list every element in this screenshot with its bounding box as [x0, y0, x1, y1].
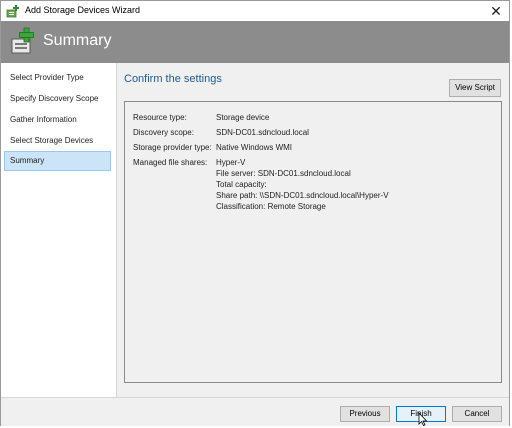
nav-item-summary[interactable]: Summary	[4, 151, 111, 171]
share-total-capacity: Total capacity:	[216, 180, 267, 189]
nav-item-gather-information[interactable]: Gather Information	[4, 110, 111, 130]
nav-item-select-storage-devices[interactable]: Select Storage Devices	[4, 131, 111, 151]
wizard-window: Add Storage Devices Wizard ✕ Summary Sel…	[0, 0, 510, 426]
share-classification: Classification: Remote Storage	[216, 202, 326, 211]
share-path: Share path: \\SDN-DC01.sdncloud.local\Hy…	[216, 191, 389, 200]
nav-item-specify-discovery-scope[interactable]: Specify Discovery Scope	[4, 89, 111, 109]
storage-add-icon	[11, 27, 34, 54]
header-banner: Summary	[1, 21, 509, 63]
cancel-button[interactable]: Cancel	[452, 406, 502, 422]
setting-value: SDN-DC01.sdncloud.local	[216, 128, 309, 137]
nav-item-label: Select Provider Type	[10, 73, 84, 82]
setting-value: Storage device	[216, 113, 270, 122]
nav-item-label: Specify Discovery Scope	[10, 94, 99, 103]
window-title: Add Storage Devices Wizard	[25, 5, 141, 15]
wizard-footer: Previous Finish Cancel	[1, 397, 509, 426]
storage-add-icon	[6, 5, 19, 18]
close-icon: ✕	[490, 3, 502, 19]
setting-label: Managed file shares:	[133, 158, 208, 167]
close-button[interactable]: ✕	[485, 1, 507, 21]
setting-label: Discovery scope:	[133, 128, 194, 137]
mouse-pointer-icon	[418, 412, 428, 426]
setting-label: Storage provider type:	[133, 143, 212, 152]
page-title: Summary	[43, 32, 112, 49]
nav-item-select-provider-type[interactable]: Select Provider Type	[4, 68, 111, 88]
setting-value: Native Windows WMI	[216, 143, 293, 152]
nav-item-label: Select Storage Devices	[10, 136, 94, 145]
setting-label: Resource type:	[133, 113, 187, 122]
share-file-server: File server: SDN-DC01.sdncloud.local	[216, 169, 351, 178]
setting-value: Hyper-V	[216, 158, 246, 167]
previous-button[interactable]: Previous	[340, 406, 390, 422]
title-bar: Add Storage Devices Wizard ✕	[1, 1, 509, 21]
wizard-steps-nav: Select Provider Type Specify Discovery S…	[1, 63, 117, 397]
view-script-button[interactable]: View Script	[449, 79, 501, 97]
settings-summary-panel: Resource type: Storage device Discovery …	[124, 101, 502, 383]
nav-item-label: Gather Information	[10, 115, 77, 124]
main-content: Confirm the settings View Script Resourc…	[117, 63, 509, 397]
section-title: Confirm the settings	[124, 73, 222, 85]
nav-item-label: Summary	[10, 156, 45, 165]
